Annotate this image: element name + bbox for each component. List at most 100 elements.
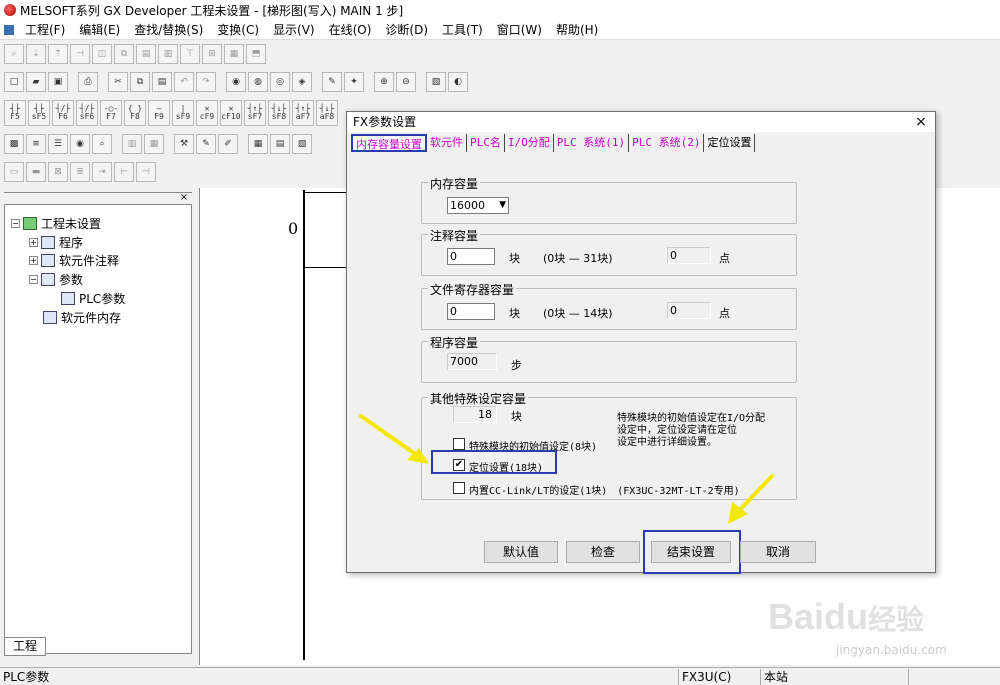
sfc-icon[interactable]: ▥ <box>122 134 142 154</box>
new-file-icon[interactable]: □ <box>4 72 24 92</box>
cross-ref-icon[interactable]: ⊞ <box>202 44 222 64</box>
zoom-in-icon[interactable]: ⊕ <box>374 72 394 92</box>
search-icon[interactable]: ⌕ <box>92 134 112 154</box>
grid-icon[interactable]: ▦ <box>248 134 268 154</box>
tree-item-plc-parameter[interactable]: PLC参数 <box>61 289 125 307</box>
write-icon[interactable]: ✎ <box>196 134 216 154</box>
sfc-merge-icon[interactable]: ⊣ <box>136 162 156 182</box>
ladder-key-sf5[interactable]: ┤├ sF5 <box>28 100 50 126</box>
ladder-key-af7[interactable]: ┤↑├ aF7 <box>292 100 314 126</box>
batch-replace-icon[interactable]: ⧉ <box>114 44 134 64</box>
read-plc-icon[interactable]: ✦ <box>344 72 364 92</box>
expand-icon[interactable]: + <box>29 255 38 265</box>
paste-icon[interactable]: ▤ <box>152 72 172 92</box>
tab-plc-system-1[interactable]: PLC 系统(1) <box>554 134 630 152</box>
cut-icon[interactable]: ✂ <box>108 72 128 92</box>
read-icon[interactable]: ✐ <box>218 134 238 154</box>
monitor-write-icon[interactable]: ◍ <box>248 72 268 92</box>
error-icon[interactable]: ⊠ <box>48 162 68 182</box>
tab-device[interactable]: 软元件 <box>427 134 467 152</box>
contact-change-icon[interactable]: ⊤ <box>180 44 200 64</box>
ladder-key-sf8[interactable]: ┤↓├ sF8 <box>268 100 290 126</box>
contact-find-icon[interactable]: ⊣ <box>70 44 90 64</box>
menu-online[interactable]: 在线(O) <box>322 21 379 38</box>
list-used-icon[interactable]: ▦ <box>224 44 244 64</box>
collapse-icon[interactable]: − <box>11 218 20 228</box>
device-monitor-icon[interactable]: ◉ <box>70 134 90 154</box>
special-module-init-checkbox[interactable] <box>453 438 465 450</box>
check-button[interactable]: 检查 <box>566 541 640 563</box>
cc-link-checkbox[interactable] <box>453 482 465 494</box>
menu-project[interactable]: 工程(F) <box>18 21 72 38</box>
device-list-icon[interactable]: ▤ <box>270 134 290 154</box>
ladder-key-sf9[interactable]: | sF9 <box>172 100 194 126</box>
menu-find-replace[interactable]: 查找/替换(S) <box>127 21 210 38</box>
monitor-icon[interactable]: ◉ <box>226 72 246 92</box>
menu-help[interactable]: 帮助(H) <box>549 21 605 38</box>
ladder-key-af8[interactable]: ┤↓├ aF8 <box>316 100 338 126</box>
read-mode-icon[interactable]: ⬒ <box>246 44 266 64</box>
diagnose-icon[interactable]: ⚒ <box>174 134 194 154</box>
ladder-key-cf10[interactable]: ✕ cF10 <box>220 100 242 126</box>
ladder-key-cf9[interactable]: ✕ cF9 <box>196 100 218 126</box>
sfc-list-icon[interactable]: ≣ <box>70 162 90 182</box>
menu-tools[interactable]: 工具(T) <box>435 21 490 38</box>
instruction-replace-icon[interactable]: ▥ <box>158 44 178 64</box>
comment-capacity-input[interactable]: 0 <box>447 248 495 265</box>
device-test-icon[interactable]: ◈ <box>292 72 312 92</box>
memory-capacity-select[interactable]: 16000 ▼ <box>447 197 509 214</box>
menu-view[interactable]: 显示(V) <box>266 21 322 38</box>
system-menu-icon[interactable] <box>4 24 14 35</box>
find-prev-icon[interactable]: ⇡ <box>48 44 68 64</box>
tab-io-assignment[interactable]: I/O分配 <box>505 134 554 152</box>
tab-plc-name[interactable]: PLC名 <box>467 134 505 152</box>
redo-icon[interactable]: ↷ <box>196 72 216 92</box>
parameter-icon[interactable]: ▩ <box>4 134 24 154</box>
zoom-out-icon[interactable]: ⊖ <box>396 72 416 92</box>
sfc-branch-icon[interactable]: ⊢ <box>114 162 134 182</box>
ladder-key-sf7[interactable]: ┤↑├ sF7 <box>244 100 266 126</box>
undo-icon[interactable]: ↶ <box>174 72 194 92</box>
online-monitor-icon[interactable]: ◐ <box>448 72 468 92</box>
sfc-transition-icon[interactable]: ▬ <box>26 162 46 182</box>
tree-item-parameter[interactable]: − 参数 <box>29 270 83 288</box>
ladder-key-f6[interactable]: ┤/├ F6 <box>52 100 74 126</box>
tree-root[interactable]: − 工程未设置 <box>11 214 101 232</box>
expand-icon[interactable]: + <box>29 237 38 247</box>
monitor-stop-icon[interactable]: ◎ <box>270 72 290 92</box>
cancel-button[interactable]: 取消 <box>740 541 816 563</box>
comment-icon[interactable]: ▧ <box>292 134 312 154</box>
tab-memory-capacity[interactable]: 内存容量设置 <box>351 134 427 152</box>
print-icon[interactable]: ⎙ <box>78 72 98 92</box>
sfc-jump-icon[interactable]: ⇥ <box>92 162 112 182</box>
tab-plc-system-2[interactable]: PLC 系统(2) <box>629 134 705 152</box>
sfc-block-icon[interactable]: ▦ <box>144 134 164 154</box>
menu-window[interactable]: 窗口(W) <box>490 21 549 38</box>
tree-item-device-memory[interactable]: 软元件内存 <box>43 308 121 326</box>
tree-item-program[interactable]: + 程序 <box>29 233 83 251</box>
collapse-icon[interactable]: − <box>29 274 38 284</box>
menu-diagnostics[interactable]: 诊断(D) <box>378 21 435 38</box>
sfc-step-icon[interactable]: ▭ <box>4 162 24 182</box>
ladder-key-f8[interactable]: { } F8 <box>124 100 146 126</box>
ladder-key-f7[interactable]: -○- F7 <box>100 100 122 126</box>
tab-project[interactable]: 工程 <box>4 637 46 656</box>
save-icon[interactable]: ▣ <box>48 72 68 92</box>
menu-edit[interactable]: 编辑(E) <box>72 21 127 38</box>
device-replace-icon[interactable]: ▤ <box>136 44 156 64</box>
file-register-input[interactable]: 0 <box>447 303 495 320</box>
ladder-key-f5[interactable]: ┤├ F5 <box>4 100 26 126</box>
list-view-icon[interactable]: ☰ <box>48 134 68 154</box>
ladder-key-f9[interactable]: — F9 <box>148 100 170 126</box>
copy-icon[interactable]: ⧉ <box>130 72 150 92</box>
comment-display-icon[interactable]: ▧ <box>426 72 446 92</box>
tab-positioning[interactable]: 定位设置 <box>704 134 756 152</box>
default-button[interactable]: 默认值 <box>484 541 558 563</box>
open-folder-icon[interactable]: ▰ <box>26 72 46 92</box>
find-next-icon[interactable]: ⇣ <box>26 44 46 64</box>
tree-item-device-comment[interactable]: + 软元件注释 <box>29 251 119 269</box>
write-plc-icon[interactable]: ✎ <box>322 72 342 92</box>
menu-convert[interactable]: 变换(C) <box>210 21 266 38</box>
tree-close-button[interactable]: × <box>178 192 190 204</box>
ladder-view-icon[interactable]: ≡ <box>26 134 46 154</box>
